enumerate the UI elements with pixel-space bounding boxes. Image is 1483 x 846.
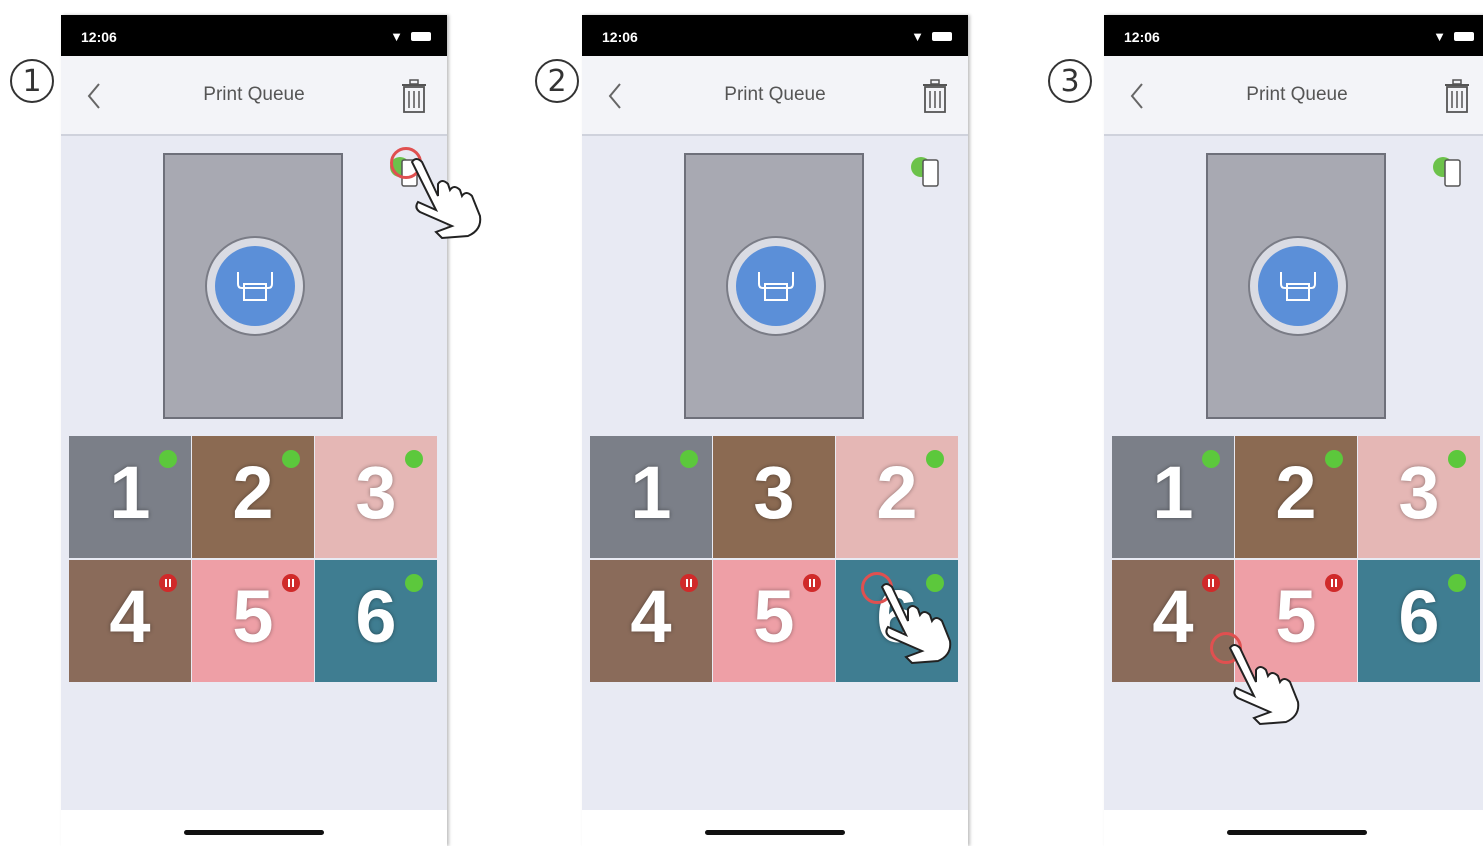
ready-status-icon[interactable]: [405, 450, 423, 468]
queue-photo-tile[interactable]: 1: [69, 436, 191, 558]
delete-button[interactable]: [920, 78, 950, 114]
tap-hand-icon: [410, 158, 482, 240]
ready-status-icon[interactable]: [405, 574, 423, 592]
queue-position-number: 3: [753, 451, 795, 534]
tap-hand-icon: [1228, 644, 1300, 726]
wifi-icon: ▼: [1433, 29, 1446, 44]
ready-status-icon[interactable]: [1202, 450, 1220, 468]
ready-status-icon[interactable]: [282, 450, 300, 468]
queue-status-button[interactable]: [1431, 152, 1471, 192]
print-button[interactable]: [726, 236, 826, 336]
wifi-icon: ▼: [390, 29, 403, 44]
phone-screen-1: 12:06 ▼ Print Queue 1 2 3 4 5 6: [61, 15, 447, 846]
battery-icon: [1454, 32, 1474, 41]
queue-photo-tile[interactable]: 2: [1235, 436, 1357, 558]
status-icons: ▼: [911, 29, 952, 44]
queue-status-button[interactable]: [909, 152, 949, 192]
status-time: 12:06: [81, 29, 117, 45]
ready-status-icon[interactable]: [1325, 450, 1343, 468]
queue-photo-tile[interactable]: 5: [192, 560, 314, 682]
queue-photo-tile[interactable]: 4: [69, 560, 191, 682]
print-button[interactable]: [205, 236, 305, 336]
ready-status-icon[interactable]: [1448, 450, 1466, 468]
step-number-1: 1: [10, 59, 54, 103]
printer-icon: [237, 272, 273, 301]
queue-photo-tile[interactable]: 2: [836, 436, 958, 558]
nav-bar: Print Queue: [61, 56, 447, 136]
home-indicator: [1104, 810, 1483, 846]
status-icons: ▼: [1433, 29, 1474, 44]
nav-bar: Print Queue: [1104, 56, 1483, 136]
tap-hand-icon: [880, 583, 952, 665]
status-icons: ▼: [390, 29, 431, 44]
queue-photo-tile[interactable]: 5: [713, 560, 835, 682]
queue-photo-tile[interactable]: 3: [315, 436, 437, 558]
step-number-2: 2: [535, 59, 579, 103]
nav-bar: Print Queue: [582, 56, 968, 136]
paused-status-icon[interactable]: [159, 574, 177, 592]
printer-icon: [758, 272, 794, 301]
step-number-3: 3: [1048, 59, 1092, 103]
queue-photo-tile[interactable]: 3: [1358, 436, 1480, 558]
device-connection-icon: [1433, 157, 1461, 187]
status-bar: 12:06 ▼: [1104, 15, 1483, 56]
page-title: Print Queue: [203, 84, 305, 105]
ready-status-icon[interactable]: [1448, 574, 1466, 592]
device-connection-icon: [911, 157, 939, 187]
battery-icon: [411, 32, 431, 41]
phone-screen-2: 12:06 ▼ Print Queue 1 3 2 4 5: [582, 15, 968, 846]
ready-status-icon[interactable]: [159, 450, 177, 468]
print-preview: [163, 153, 343, 419]
wifi-icon: ▼: [911, 29, 924, 44]
status-bar: 12:06 ▼: [582, 15, 968, 56]
status-time: 12:06: [602, 29, 638, 45]
paused-status-icon[interactable]: [1202, 574, 1220, 592]
ready-status-icon[interactable]: [680, 450, 698, 468]
ready-status-icon[interactable]: [926, 450, 944, 468]
queue-photo-tile[interactable]: 6: [315, 560, 437, 682]
paused-status-icon[interactable]: [803, 574, 821, 592]
queue-photo-tile[interactable]: 6: [1358, 560, 1480, 682]
status-bar: 12:06 ▼: [61, 15, 447, 56]
printer-icon: [1280, 272, 1316, 301]
battery-icon: [932, 32, 952, 41]
home-indicator: [61, 810, 447, 846]
print-preview: [1206, 153, 1386, 419]
queue-photo-tile[interactable]: 1: [590, 436, 712, 558]
trash-icon: [923, 79, 947, 113]
print-button[interactable]: [1248, 236, 1348, 336]
trash-icon: [1445, 79, 1469, 113]
queue-grid: 123 456: [69, 436, 439, 684]
queue-photo-tile[interactable]: 2: [192, 436, 314, 558]
queue-photo-tile[interactable]: 4: [590, 560, 712, 682]
paused-status-icon[interactable]: [680, 574, 698, 592]
delete-button[interactable]: [399, 78, 429, 114]
trash-icon: [402, 79, 426, 113]
page-title: Print Queue: [1246, 84, 1348, 105]
home-indicator: [582, 810, 968, 846]
queue-photo-tile[interactable]: 4: [1112, 560, 1234, 682]
status-time: 12:06: [1124, 29, 1160, 45]
delete-button[interactable]: [1442, 78, 1472, 114]
page-title: Print Queue: [724, 84, 826, 105]
queue-photo-tile[interactable]: 1: [1112, 436, 1234, 558]
paused-status-icon[interactable]: [282, 574, 300, 592]
print-preview: [684, 153, 864, 419]
queue-photo-tile[interactable]: 3: [713, 436, 835, 558]
paused-status-icon[interactable]: [1325, 574, 1343, 592]
